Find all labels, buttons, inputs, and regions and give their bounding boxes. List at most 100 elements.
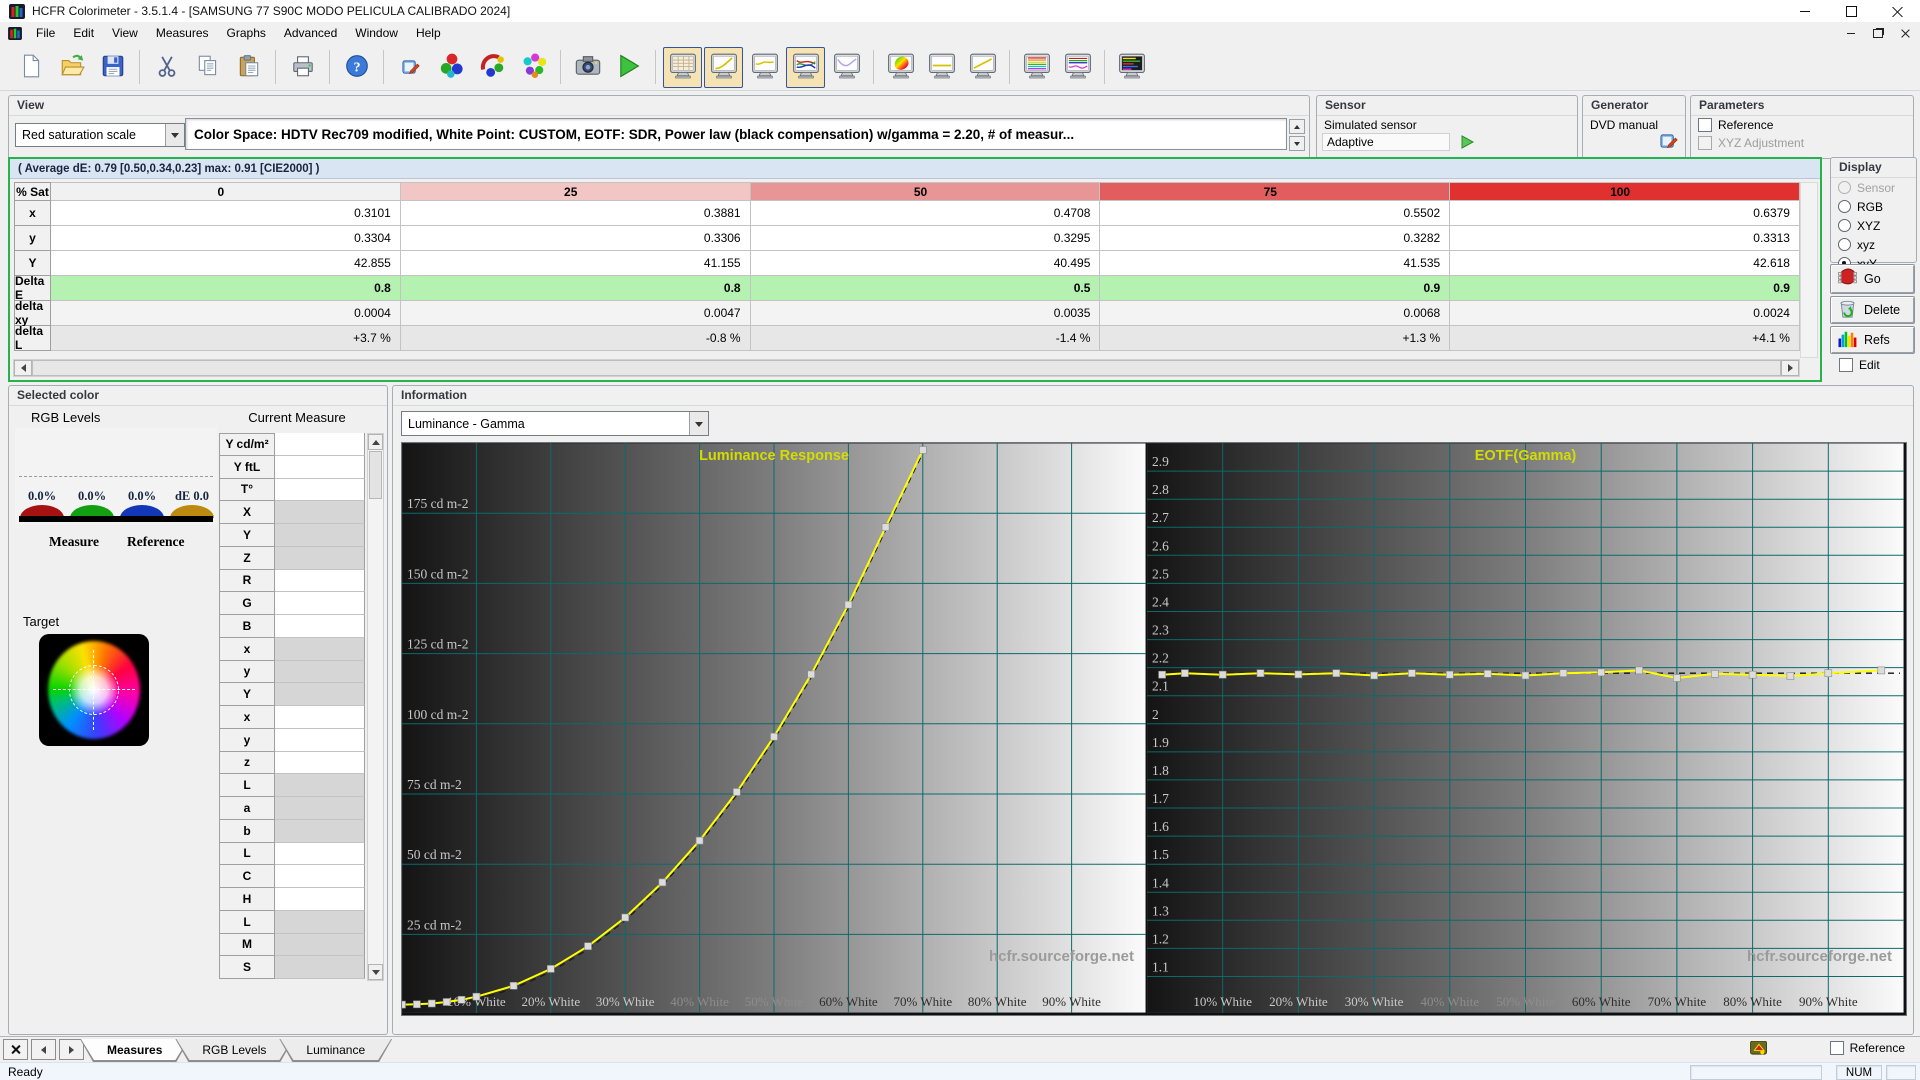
menu-advanced[interactable]: Advanced [275,23,346,43]
close-button[interactable] [1874,0,1920,22]
display-option-XYZ[interactable]: XYZ [1831,216,1916,235]
color-tracking-view-button[interactable] [1058,47,1097,88]
menu-view[interactable]: View [103,23,147,43]
radio-icon[interactable] [1838,219,1851,232]
cell-x-100: 0.6379 [1450,201,1800,226]
luminance-view-button[interactable] [745,47,784,88]
open-file-button[interactable] [52,47,91,88]
grid-vertical-scrollbar[interactable] [1800,182,1818,358]
checkbox-icon[interactable] [1698,118,1712,132]
grayscale-measure-button[interactable] [473,47,512,88]
status-bar: Ready NUM [0,1062,1920,1080]
scroll-left-icon[interactable] [14,360,32,376]
mdi-restore-icon[interactable] [1873,28,1883,38]
reference-checkbox-row[interactable]: Reference [1823,1039,1912,1057]
rgb-levels-label: RGB Levels [31,410,101,425]
saturation-measure-button[interactable] [514,47,553,88]
toolbar-separator [275,50,276,84]
data-point-marker [402,1000,406,1009]
measure-row-label: T° [219,478,275,502]
reference-checkbox[interactable] [1829,1041,1844,1055]
radio-icon[interactable] [1838,238,1851,251]
refs-button[interactable]: Refs [1830,326,1915,354]
menu-graphs[interactable]: Graphs [218,23,275,43]
menu-window[interactable]: Window [346,23,407,43]
measures-grid-view-button[interactable] [663,46,702,88]
cie-chart-view-button[interactable] [881,47,920,88]
spin-down-icon[interactable] [1289,136,1305,151]
sat-column-header-0[interactable]: 0 [51,182,401,201]
data-point-marker [1824,669,1833,677]
y-tick-label: 50 cd m-2 [407,847,462,862]
tab-close-button[interactable] [3,1039,28,1060]
minimize-button[interactable] [1782,0,1828,22]
color-temperature-view-button[interactable] [1017,47,1056,88]
tab-prev-button[interactable] [31,1039,56,1060]
sensor-mode-field[interactable]: Adaptive [1322,133,1450,151]
help-button[interactable]: ? [337,47,376,88]
information-view-select[interactable]: Luminance - Gamma [401,411,709,436]
measure-scroll-thumb[interactable] [369,451,382,499]
cut-button[interactable] [147,47,186,88]
mdi-minimize-icon[interactable] [1847,32,1855,34]
measure-row-value [275,933,365,957]
cell-x-0: 0.3101 [51,201,401,226]
new-file-button[interactable] [11,47,50,88]
sat-column-header-50[interactable]: 50 [750,182,1101,201]
composite-view-button[interactable] [1112,47,1151,88]
sat-column-header-100[interactable]: 100 [1450,182,1800,201]
radio-icon[interactable] [1838,200,1851,213]
rising-line-view-button[interactable] [963,47,1002,88]
table-row: Y 42.855 41.155 40.495 41.535 42.618 [14,251,1800,276]
row-label: x [14,201,51,226]
go-button[interactable]: Go [1830,264,1915,294]
measure-table-scrollbar[interactable] [367,433,384,981]
mdi-close-icon[interactable] [1901,29,1910,38]
snapshot-button[interactable] [568,47,607,88]
measure-row-14: z [219,751,365,775]
gamma-tracking-view-button[interactable] [827,47,866,88]
data-point-marker [1786,672,1795,680]
param-reference-row[interactable]: Reference [1691,116,1913,134]
tab-next-button[interactable] [59,1039,84,1060]
rgb-levels-view-button[interactable] [786,46,825,88]
parameters-panel-title: Parameters [1691,96,1913,116]
flat-line-view-button[interactable] [922,47,961,88]
edit-checkbox[interactable] [1839,358,1853,372]
menu-edit[interactable]: Edit [64,23,103,43]
tab-measures[interactable]: Measures [80,1039,189,1062]
view-preset-select[interactable]: Red saturation scale [15,123,185,147]
delete-button[interactable]: Delete [1830,296,1915,324]
gamut-status-button[interactable] [1750,1040,1768,1059]
tab-luminance[interactable]: Luminance [279,1039,392,1062]
gamma-view-button[interactable] [704,46,743,88]
paste-button[interactable] [229,47,268,88]
spin-up-icon[interactable] [1289,119,1305,134]
sat-column-header-25[interactable]: 25 [400,182,751,201]
scroll-down-icon[interactable] [368,964,383,980]
measure-row-label: y [219,728,275,752]
maximize-button[interactable] [1828,0,1874,22]
sensor-config-button[interactable] [391,47,430,88]
tab-rgb-levels[interactable]: RGB Levels [175,1039,293,1062]
sensor-run-icon[interactable] [1459,134,1475,150]
y-tick-label: 2 [1152,707,1159,722]
save-file-button[interactable] [93,47,132,88]
scroll-up-icon[interactable] [368,434,383,450]
run-measure-button[interactable] [609,47,648,88]
menu-measures[interactable]: Measures [147,23,218,43]
menu-file[interactable]: File [27,23,64,43]
print-button[interactable] [283,47,322,88]
generator-config-button[interactable] [1659,132,1679,154]
edit-checkbox-row[interactable]: Edit [1832,356,1887,374]
display-option-xyz[interactable]: xyz [1831,235,1916,254]
sat-column-header-75[interactable]: 75 [1100,182,1451,201]
grid-horizontal-scrollbar[interactable] [13,359,1800,377]
scroll-right-icon[interactable] [1781,360,1799,376]
y-tick-label: 1.6 [1152,819,1169,834]
menu-help[interactable]: Help [407,23,450,43]
display-option-RGB[interactable]: RGB [1831,197,1916,216]
copy-button[interactable] [188,47,227,88]
free-measures-button[interactable] [432,47,471,88]
scroll-thumb[interactable] [32,360,1781,376]
